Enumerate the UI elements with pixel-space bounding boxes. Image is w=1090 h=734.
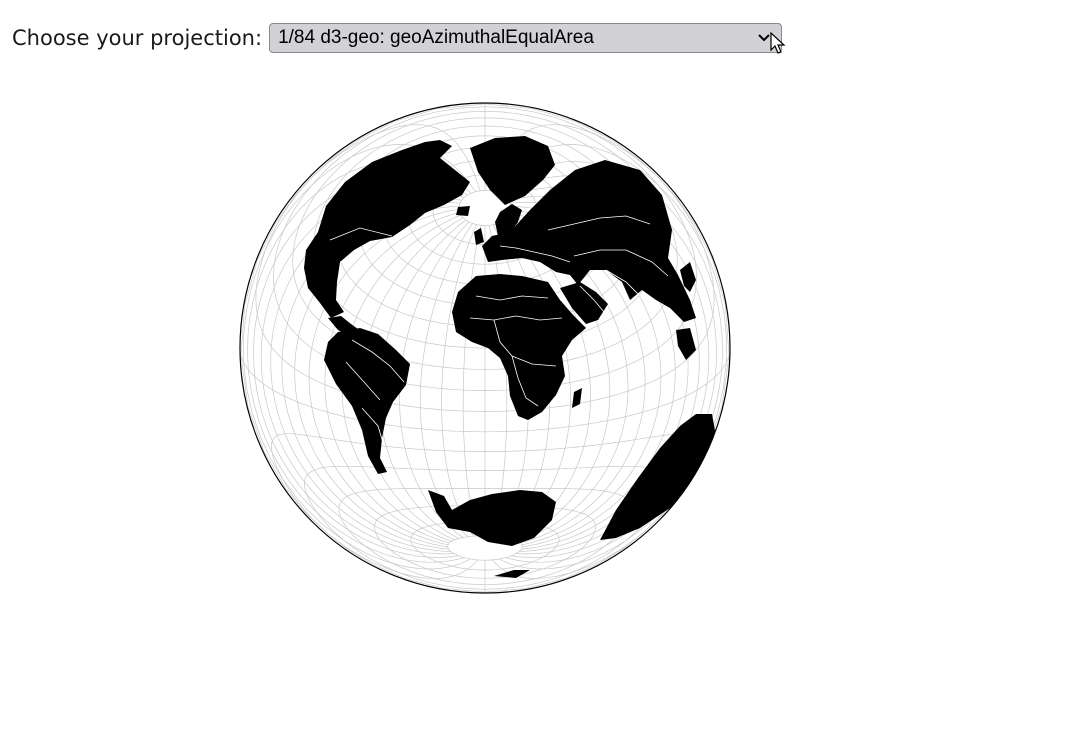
world-map — [239, 102, 731, 594]
arctic-island — [456, 206, 470, 216]
globe — [239, 102, 731, 594]
